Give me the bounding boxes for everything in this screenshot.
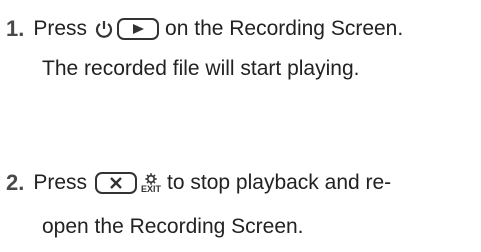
step-1-line-1: 1. Press on the Recording Screen.	[6, 16, 403, 42]
step-text-press: Press	[33, 171, 88, 194]
step-text-result: open the Recording Screen.	[42, 215, 304, 238]
step-text-rest: to stop playback and re-	[167, 171, 392, 194]
step-2-line-1: 2. Press EXIT to stop playback and re-	[6, 170, 391, 196]
gear-icon	[145, 172, 157, 185]
stop-key	[95, 172, 138, 194]
step-text-press: Press	[33, 17, 88, 40]
step-1-line-2: The recorded file will start playing.	[42, 56, 359, 82]
step-number: 2.	[6, 170, 25, 195]
exit-key-label: EXIT	[141, 170, 161, 196]
power-icon	[95, 21, 113, 38]
step-text-result: The recorded file will start playing.	[42, 57, 360, 80]
exit-label: EXIT	[141, 183, 162, 194]
step-text-rest: on the Recording Screen.	[165, 17, 404, 40]
step-2-line-2: open the Recording Screen.	[42, 214, 304, 240]
play-key	[117, 18, 160, 40]
close-icon	[110, 177, 122, 189]
play-icon	[133, 24, 145, 34]
step-number: 1.	[6, 16, 25, 41]
